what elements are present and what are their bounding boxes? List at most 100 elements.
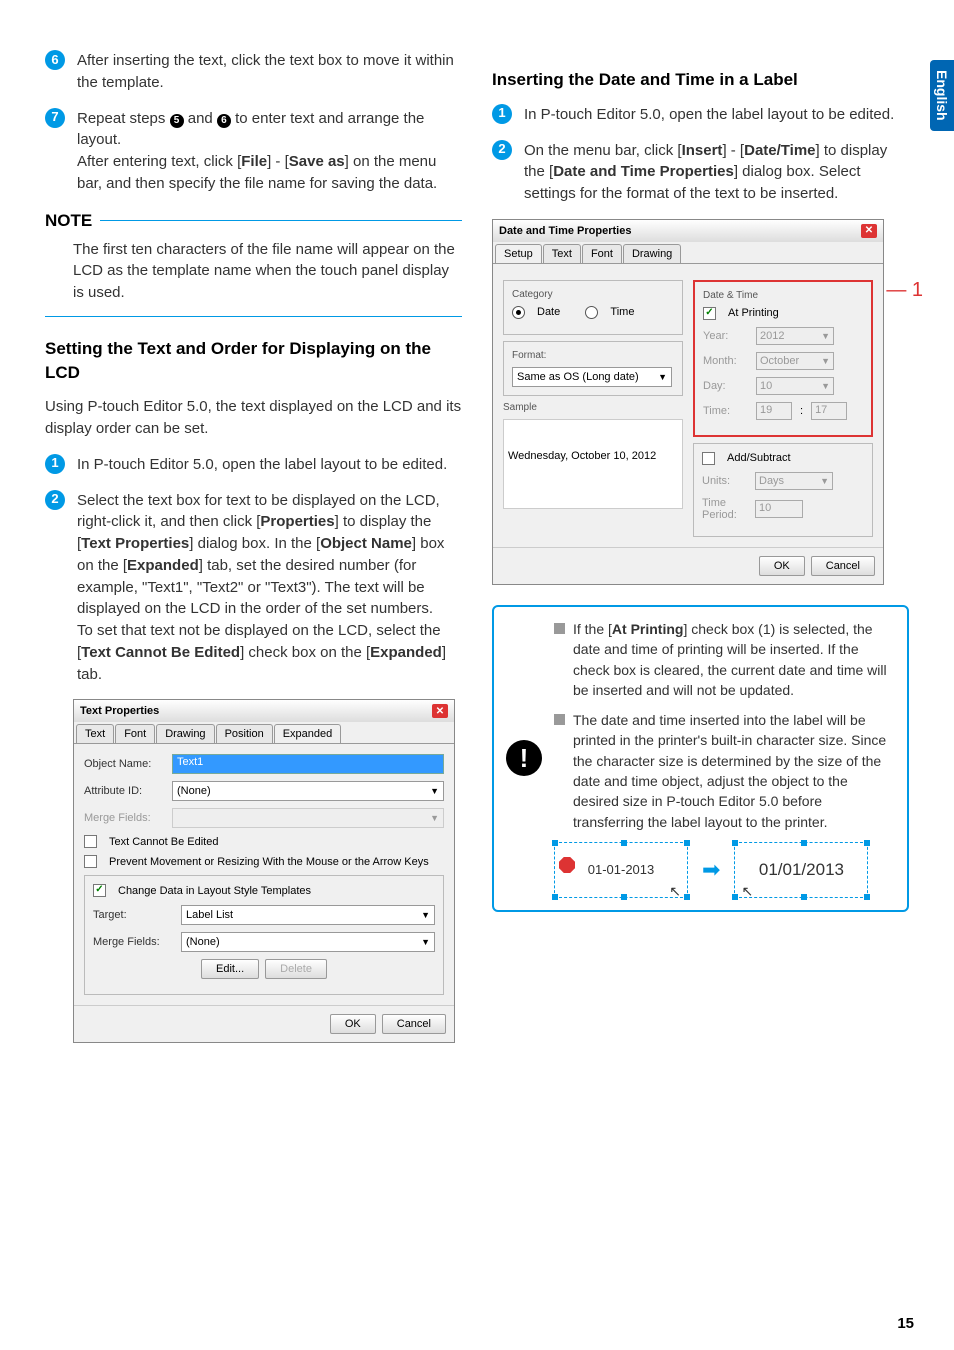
close-icon[interactable]: ✕ [432,704,448,718]
tab-text[interactable]: Text [76,724,114,743]
dialog-tabs: Setup Text Font Drawing [493,242,883,264]
square-bullet-icon [554,623,565,634]
step-6: 6 After inserting the text, click the te… [45,50,462,94]
info-body: If the [At Printing] check box (1) is se… [554,619,895,898]
section-heading: Inserting the Date and Time in a Label [492,68,909,92]
bold-term: Text Properties [81,535,189,552]
fieldset-legend: Format: [512,350,674,361]
example-labels: 01-01-2013 ↖ ➡ 01/01/2013 ↖ [554,842,895,898]
note-body: The first ten characters of the file nam… [73,239,462,304]
text: Repeat steps [77,110,170,127]
right-panel: Date & Time At Printing Year:2012▼ Month… [693,274,873,537]
date-text: 01-01-2013 [588,861,655,880]
merge-fields-2-label: Merge Fields: [93,936,173,948]
prevent-movement-checkbox[interactable] [84,855,97,868]
step-number-icon: 7 [45,108,65,128]
bold-term: File [241,153,267,170]
change-data-fieldset: Change Data in Layout Style Templates Ta… [84,875,444,995]
tab-drawing[interactable]: Drawing [156,724,214,743]
dialog-title: Text Properties [80,705,159,717]
close-icon[interactable]: ✕ [861,224,877,238]
chevron-down-icon: ▼ [421,910,430,920]
at-printing-checkbox[interactable] [703,307,716,320]
section2-step-2: 2 On the menu bar, click [Insert] - [Dat… [492,140,909,205]
step-number-icon: 2 [492,140,512,160]
arrow-right-icon: ➡ [702,854,720,886]
merge-fields-2-select[interactable]: (None)▼ [181,932,435,952]
step-number-icon: 1 [492,104,512,124]
text-properties-dialog: Text Properties ✕ Text Font Drawing Posi… [73,699,455,1043]
step-text: On the menu bar, click [Insert] - [Date/… [524,140,909,205]
tab-setup[interactable]: Setup [495,244,542,263]
step-text: After inserting the text, click the text… [77,50,462,94]
bold-term: Expanded [127,557,199,574]
bold-term: Date/Time [744,142,815,159]
ok-button[interactable]: OK [759,556,805,576]
important-info-box: ! If the [At Printing] check box (1) is … [492,605,909,912]
format-select[interactable]: Same as OS (Long date)▼ [512,367,672,387]
section1-step-1: 1 In P-touch Editor 5.0, open the label … [45,454,462,476]
merge-fields-label: Merge Fields: [84,812,164,824]
bold-term: Insert [682,142,723,159]
bold-term: Properties [260,513,334,530]
bold-term: Object Name [320,535,412,552]
time-h-input: 19 [756,402,792,420]
change-data-checkbox[interactable] [93,884,106,897]
dialog-body: Object Name: Text1 Attribute ID: (None)▼… [74,744,454,1005]
sample-label: Sample [503,402,683,413]
chevron-down-icon: ▼ [658,372,667,382]
tab-expanded[interactable]: Expanded [274,724,342,743]
merge-fields-select: ▼ [172,808,444,828]
dialog-titlebar: Text Properties ✕ [74,700,454,722]
dialog-titlebar: Date and Time Properties ✕ [493,220,883,242]
time-radio[interactable] [585,306,598,319]
add-subtract-checkbox[interactable] [702,452,715,465]
object-name-label: Object Name: [84,758,164,770]
paragraph: Using P-touch Editor 5.0, the text displ… [45,396,462,440]
fieldset-legend: Date & Time [703,290,863,301]
units-select: Days▼ [755,472,833,490]
checkbox-label: Prevent Movement or Resizing With the Mo… [109,856,429,868]
ok-button[interactable]: OK [330,1014,376,1034]
time-m-input: 17 [811,402,847,420]
tab-position[interactable]: Position [216,724,273,743]
right-column: Inserting the Date and Time in a Label 1… [492,50,909,1043]
date-time-dialog-wrap: Date and Time Properties ✕ Setup Text Fo… [492,219,909,585]
edit-button[interactable]: Edit... [201,959,259,979]
tab-font[interactable]: Font [582,244,622,263]
dialog-buttons: OK Cancel [493,547,883,584]
callout-1: — 1 [886,279,923,302]
chevron-down-icon: ▼ [421,937,430,947]
dialog-tabs: Text Font Drawing Position Expanded [74,722,454,744]
target-label: Target: [93,909,173,921]
text: ] - [ [722,142,744,159]
section2-step-1: 1 In P-touch Editor 5.0, open the label … [492,104,909,126]
divider-line [100,220,462,221]
cancel-button[interactable]: Cancel [382,1014,446,1034]
attribute-id-select[interactable]: (None)▼ [172,781,444,801]
section-heading: Setting the Text and Order for Displayin… [45,337,462,385]
page-number: 15 [897,1315,914,1332]
dialog-body: Category Date Time Format: Same as OS (L… [493,264,883,547]
tab-drawing[interactable]: Drawing [623,244,681,263]
target-select[interactable]: Label List▼ [181,905,435,925]
bullet-item: If the [At Printing] check box (1) is se… [554,619,895,700]
period-input: 10 [755,500,803,518]
tab-font[interactable]: Font [115,724,155,743]
object-name-input[interactable]: Text1 [172,754,444,774]
bold-term: Save as [289,153,345,170]
tab-text[interactable]: Text [543,244,581,263]
day-label: Day: [703,380,748,392]
date-radio[interactable] [512,306,525,319]
left-panel: Category Date Time Format: Same as OS (L… [503,274,683,537]
language-tab: English [930,60,954,131]
text: If the [ [573,621,612,637]
category-fieldset: Category Date Time [503,280,683,335]
step-number-icon: 2 [45,490,65,510]
text-cannot-be-edited-checkbox[interactable] [84,835,97,848]
period-label: Time Period: [702,497,747,521]
bold-term: Expanded [370,644,442,661]
note-label: NOTE [45,211,92,231]
cancel-button[interactable]: Cancel [811,556,875,576]
dialog-title: Date and Time Properties [499,225,631,237]
